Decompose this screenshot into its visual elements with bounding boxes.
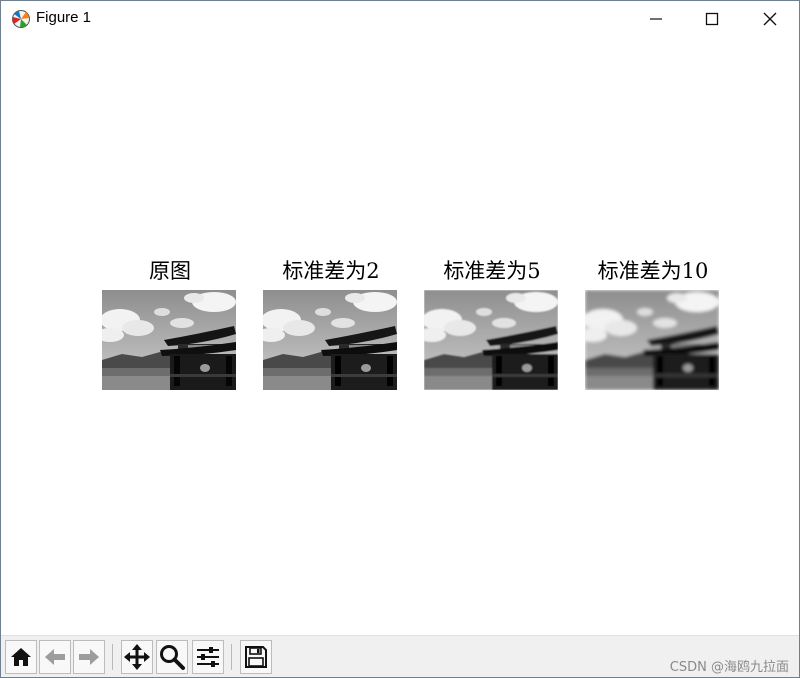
forward-button[interactable] xyxy=(73,640,105,674)
close-button[interactable] xyxy=(741,1,799,37)
minimize-icon xyxy=(650,18,662,20)
save-icon xyxy=(245,646,267,668)
pan-icon xyxy=(124,644,150,670)
zoom-icon xyxy=(160,645,185,670)
toolbar-separator xyxy=(231,644,232,670)
toolbar-separator xyxy=(112,644,113,670)
navigation-toolbar: CSDN @海鸥九拉面 xyxy=(1,635,799,677)
maximize-icon xyxy=(705,12,719,26)
subplot-image-sigma-10 xyxy=(585,290,719,390)
figure-canvas[interactable]: 原图 标准差为2 标准差为5 标准差为10 xyxy=(1,37,799,635)
subplot-image-sigma-5 xyxy=(424,290,558,390)
back-icon xyxy=(45,649,65,665)
subplot-title-original: 原图 xyxy=(149,259,191,283)
subplot-image-sigma-2 xyxy=(263,290,397,390)
subplot-title-sigma-5: 标准差为5 xyxy=(443,259,541,283)
matplotlib-icon xyxy=(12,10,30,28)
configure-subplots-icon xyxy=(197,647,219,667)
subplot-title-sigma-2: 标准差为2 xyxy=(282,259,380,283)
figure-window: Figure 1 原图 标准差为2 标准差为5 标准差为10 CSDN @海鸥九… xyxy=(0,0,800,678)
configure-subplots-button[interactable] xyxy=(192,640,224,674)
maximize-button[interactable] xyxy=(683,1,741,37)
zoom-button[interactable] xyxy=(156,640,188,674)
subplot-title-sigma-10: 标准差为10 xyxy=(597,259,709,283)
watermark-text: CSDN @海鸥九拉面 xyxy=(669,660,789,675)
back-button[interactable] xyxy=(39,640,71,674)
save-button[interactable] xyxy=(240,640,272,674)
home-icon xyxy=(11,648,31,666)
pan-button[interactable] xyxy=(121,640,153,674)
minimize-button[interactable] xyxy=(627,1,685,37)
window-title: Figure 1 xyxy=(36,9,92,26)
subplot-image-original xyxy=(102,290,236,390)
title-bar: Figure 1 xyxy=(1,1,799,37)
close-icon xyxy=(763,12,777,26)
home-button[interactable] xyxy=(5,640,37,674)
forward-icon xyxy=(79,649,99,665)
